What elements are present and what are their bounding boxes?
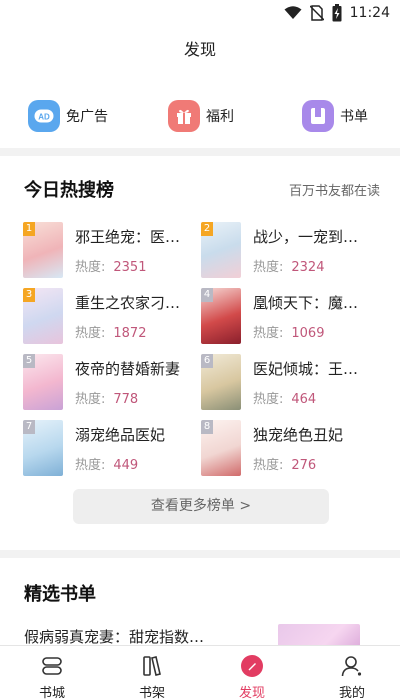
rank-badge: 8 xyxy=(201,420,213,434)
section-subtitle: 百万书友都在读 xyxy=(288,184,380,199)
heat-label: 热度: xyxy=(253,392,284,407)
heat-label: 热度: xyxy=(253,326,284,341)
heat-label: 热度: xyxy=(75,260,106,275)
book-title: 独宠绝色丑妃 xyxy=(253,426,344,444)
book-item[interactable]: 3 重生之农家刁… 热度: 1872 xyxy=(23,288,199,344)
book-heat: 热度: 1872 xyxy=(75,322,146,341)
book-title: 夜帝的替婚新妻 xyxy=(75,360,181,378)
section-title: 今日热搜榜 xyxy=(24,180,114,201)
book-item[interactable]: 5 夜帝的替婚新妻 热度: 778 xyxy=(23,354,199,410)
booklist-item-title[interactable]: 假病弱真宠妻：甜宠指数… xyxy=(24,626,244,647)
gift-icon xyxy=(168,100,200,132)
book-item[interactable]: 1 邪王绝宠：医… 热度: 2351 xyxy=(23,222,199,278)
heat-label: 热度: xyxy=(75,458,106,473)
tab-label: 书架 xyxy=(138,686,165,700)
book-heat: 热度: 2324 xyxy=(253,256,324,275)
book-title: 凰倾天下：魔… xyxy=(253,294,359,312)
heat-label: 热度: xyxy=(75,392,106,407)
book-item[interactable]: 4 凰倾天下：魔… 热度: 1069 xyxy=(201,288,377,344)
status-icons: 11:24 xyxy=(284,4,390,22)
book-heat: 热度: 449 xyxy=(75,454,138,473)
quick-link-no-ads[interactable]: AD 免广告 xyxy=(28,100,108,132)
bookshelf-icon xyxy=(143,656,161,676)
heat-label: 热度: xyxy=(75,326,106,341)
book-cover: 3 xyxy=(23,288,63,344)
bottom-tab-bar: 书城 书架 发现 我的 xyxy=(0,645,400,700)
book-title: 战少，一宠到… xyxy=(253,228,359,246)
book-title: 溺宠绝品医妃 xyxy=(75,426,166,444)
svg-text:AD: AD xyxy=(38,113,50,122)
heat-value: 2351 xyxy=(113,260,147,275)
heat-label: 热度: xyxy=(253,458,284,473)
page-header: 发现 xyxy=(0,26,400,76)
quick-link-label: 免广告 xyxy=(66,109,108,125)
heat-value: 1872 xyxy=(113,326,147,341)
page-title: 发现 xyxy=(183,40,216,59)
tab-bookshelf[interactable]: 书架 xyxy=(102,646,202,700)
book-heat: 热度: 464 xyxy=(253,388,316,407)
book-item[interactable]: 6 医妃倾城：王… 热度: 464 xyxy=(201,354,377,410)
heat-value: 2324 xyxy=(291,260,325,275)
quick-links: AD 免广告 福利 书单 xyxy=(0,76,400,148)
rank-badge: 6 xyxy=(201,354,213,368)
book-heat: 热度: 2351 xyxy=(75,256,146,275)
book-cover: 2 xyxy=(201,222,241,278)
bookstore-icon xyxy=(42,657,62,675)
rank-badge: 1 xyxy=(23,222,35,236)
book-item[interactable]: 8 独宠绝色丑妃 热度: 276 xyxy=(201,420,377,476)
tab-label: 我的 xyxy=(338,686,365,700)
heat-value: 464 xyxy=(291,392,317,407)
book-heat: 热度: 276 xyxy=(253,454,316,473)
status-time: 11:24 xyxy=(349,5,390,21)
book-title: 重生之农家刁… xyxy=(75,294,181,312)
heat-value: 449 xyxy=(113,458,139,473)
rank-badge: 2 xyxy=(201,222,213,236)
book-cover: 4 xyxy=(201,288,241,344)
booklist-icon xyxy=(302,100,334,132)
book-item[interactable]: 7 溺宠绝品医妃 热度: 449 xyxy=(23,420,199,476)
book-item[interactable]: 2 战少，一宠到… 热度: 2324 xyxy=(201,222,377,278)
book-cover: 6 xyxy=(201,354,241,410)
book-heat: 热度: 778 xyxy=(75,388,138,407)
heat-value: 778 xyxy=(113,392,139,407)
more-rankings-button[interactable]: 查看更多榜单 > xyxy=(73,489,329,524)
heat-value: 1069 xyxy=(291,326,325,341)
battery-charging-icon xyxy=(332,4,342,22)
tab-label: 书城 xyxy=(38,686,65,700)
tab-bookstore[interactable]: 书城 xyxy=(2,646,102,700)
book-cover: 1 xyxy=(23,222,63,278)
book-cover: 7 xyxy=(23,420,63,476)
rank-badge: 3 xyxy=(23,288,35,302)
book-cover: 8 xyxy=(201,420,241,476)
tab-label: 发现 xyxy=(238,686,265,700)
book-heat: 热度: 1069 xyxy=(253,322,324,341)
rank-badge: 7 xyxy=(23,420,35,434)
section-title: 精选书单 xyxy=(24,584,96,605)
ad-icon: AD xyxy=(28,100,60,132)
quick-link-welfare[interactable]: 福利 xyxy=(168,100,234,132)
quick-link-label: 福利 xyxy=(206,109,234,125)
discover-icon xyxy=(241,655,263,677)
rank-badge: 5 xyxy=(23,354,35,368)
quick-link-booklist[interactable]: 书单 xyxy=(302,100,368,132)
book-title: 医妃倾城：王… xyxy=(253,360,359,378)
quick-link-label: 书单 xyxy=(340,109,368,125)
heat-value: 276 xyxy=(291,458,317,473)
wifi-icon xyxy=(284,6,302,19)
hot-search-section: 今日热搜榜 百万书友都在读 1 邪王绝宠：医… 热度: 2351 2 战少，一宠到… xyxy=(0,156,400,550)
tab-profile[interactable]: 我的 xyxy=(302,646,400,700)
book-title: 邪王绝宠：医… xyxy=(75,228,181,246)
tab-discover[interactable]: 发现 xyxy=(202,646,302,700)
book-cover: 5 xyxy=(23,354,63,410)
rank-badge: 4 xyxy=(201,288,213,302)
heat-label: 热度: xyxy=(253,260,284,275)
status-bar: 11:24 xyxy=(0,0,400,26)
no-sim-icon xyxy=(309,5,324,21)
profile-icon xyxy=(341,656,362,677)
